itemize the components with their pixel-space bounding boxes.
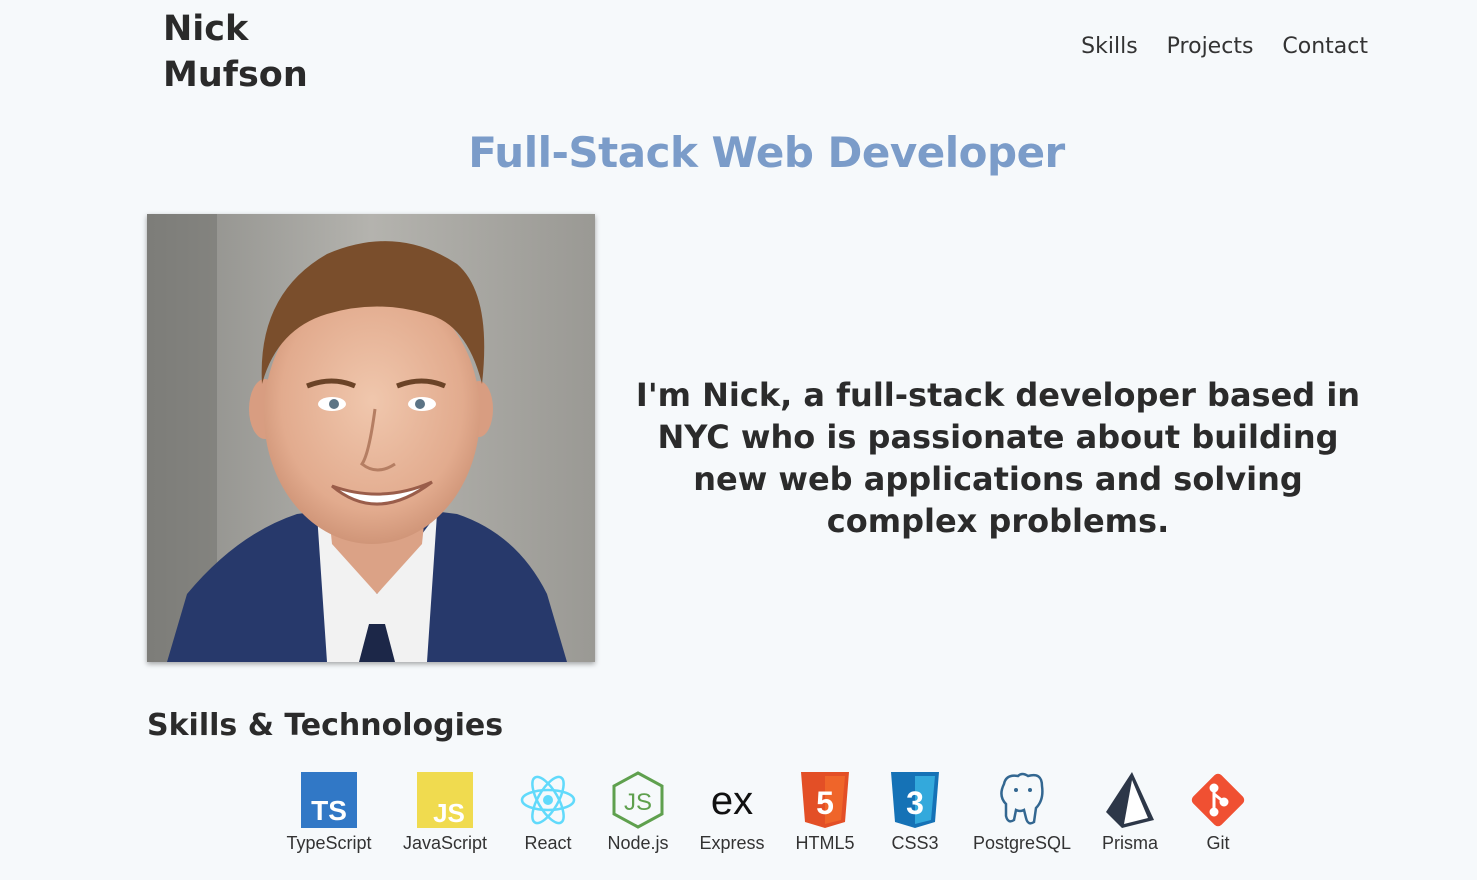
svg-text:ex: ex bbox=[711, 779, 753, 823]
hero-headline: Full-Stack Web Developer bbox=[468, 128, 1065, 177]
typescript-icon: TS bbox=[301, 772, 357, 828]
nav-link-skills[interactable]: Skills bbox=[1081, 34, 1138, 59]
site-brand[interactable]: Nick Mufson bbox=[163, 6, 313, 98]
nodejs-icon: JS bbox=[612, 771, 664, 829]
svg-text:TS: TS bbox=[311, 795, 347, 826]
skill-item-git: Git bbox=[1163, 770, 1273, 854]
profile-photo bbox=[147, 214, 595, 662]
svg-text:JS: JS bbox=[433, 798, 465, 828]
skill-label: TypeScript bbox=[286, 833, 372, 853]
css3-icon: 3 bbox=[891, 772, 939, 828]
skill-label: Git bbox=[1206, 833, 1230, 853]
express-icon: ex bbox=[711, 779, 753, 823]
skill-item-javascript: JS JavaScript bbox=[390, 770, 500, 854]
javascript-icon: JS bbox=[417, 772, 473, 828]
postgresql-icon bbox=[1000, 772, 1044, 825]
skill-item-css3: 3 CSS3 bbox=[860, 770, 970, 854]
svg-text:JS: JS bbox=[624, 789, 652, 816]
page: Nick Mufson Skills Projects Contact Full… bbox=[0, 0, 1477, 880]
html5-icon: 5 bbox=[801, 772, 849, 828]
svg-text:5: 5 bbox=[816, 785, 834, 821]
main-nav: Skills Projects Contact bbox=[1081, 34, 1368, 59]
svg-text:3: 3 bbox=[906, 785, 924, 821]
nav-link-projects[interactable]: Projects bbox=[1167, 34, 1254, 59]
hero-bio: I'm Nick, a full-stack developer based i… bbox=[635, 376, 1361, 540]
skill-label: JavaScript bbox=[402, 833, 488, 853]
react-icon bbox=[520, 775, 576, 825]
skill-label: PostgreSQL bbox=[972, 833, 1072, 853]
git-icon bbox=[1191, 773, 1245, 827]
skill-label: CSS3 bbox=[891, 833, 939, 853]
prisma-icon bbox=[1106, 772, 1154, 828]
nav-link-contact[interactable]: Contact bbox=[1282, 34, 1368, 59]
skills-heading: Skills & Technologies bbox=[147, 708, 504, 743]
skill-item-postgresql: PostgreSQL bbox=[967, 770, 1077, 854]
skill-item-typescript: TS TypeScript bbox=[274, 770, 384, 854]
